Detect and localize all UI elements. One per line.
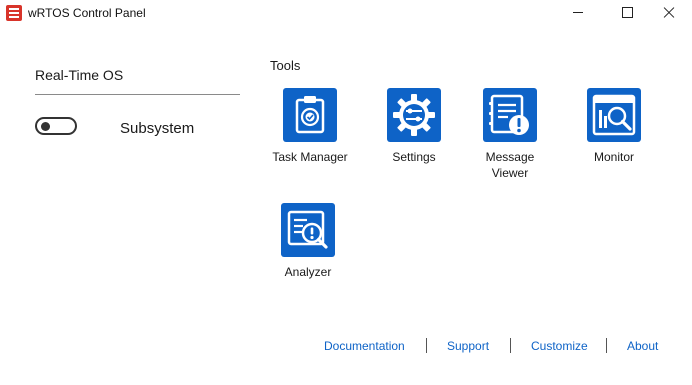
section-title-real-time-os: Real-Time OS (35, 67, 124, 83)
customize-link[interactable]: Customize (531, 339, 588, 353)
settings-gear-icon[interactable] (387, 88, 441, 142)
link-separator (426, 338, 427, 353)
analyzer-icon[interactable] (281, 203, 335, 257)
section-divider (35, 94, 240, 95)
message-viewer-icon[interactable] (483, 88, 537, 142)
minimize-button[interactable] (555, 0, 601, 26)
close-button[interactable] (646, 0, 692, 26)
monitor-icon[interactable] (587, 88, 641, 142)
tool-label: Settings (392, 150, 436, 164)
task-manager-icon[interactable] (283, 88, 337, 142)
tool-label: Message Viewer (485, 150, 535, 180)
title-bar: wRTOS Control Panel (0, 0, 692, 26)
window-title: wRTOS Control Panel (28, 6, 146, 20)
toggle-knob (41, 122, 50, 131)
subsystem-toggle-label: Subsystem (120, 120, 195, 137)
control-panel-app-icon (6, 5, 22, 21)
support-link[interactable]: Support (447, 339, 489, 353)
tool-label: Task Manager (272, 150, 348, 164)
about-link[interactable]: About (627, 339, 658, 353)
subsystem-toggle[interactable] (35, 117, 77, 135)
link-separator (510, 338, 511, 353)
tool-label: Analyzer (284, 265, 332, 279)
documentation-link[interactable]: Documentation (324, 339, 405, 353)
tool-label: Monitor (593, 150, 634, 164)
tools-heading: Tools (270, 58, 301, 73)
link-separator (606, 338, 607, 353)
maximize-button[interactable] (604, 0, 650, 26)
